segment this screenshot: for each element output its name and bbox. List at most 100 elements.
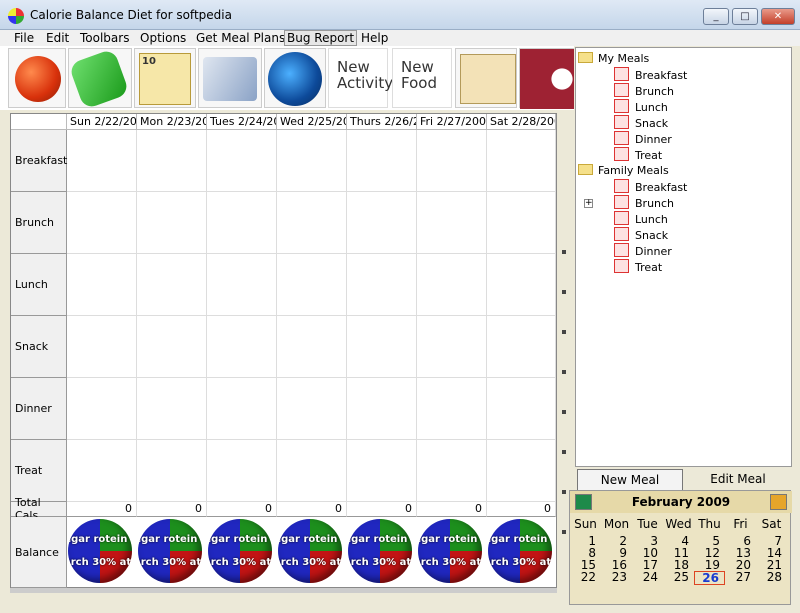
tree-item[interactable]: Treat — [614, 147, 662, 162]
tree-item[interactable]: Breakfast — [614, 67, 687, 82]
meal-cell[interactable] — [207, 316, 277, 378]
meal-cell[interactable] — [207, 378, 277, 440]
calendar-day[interactable]: 25 — [663, 571, 694, 583]
meal-cell[interactable] — [137, 316, 207, 378]
calendar-day[interactable]: 24 — [632, 571, 663, 583]
tree-item[interactable]: Brunch — [614, 83, 674, 98]
meal-cell[interactable] — [207, 192, 277, 254]
tree-item[interactable]: Snack — [614, 227, 668, 242]
meal-cell[interactable] — [277, 254, 347, 316]
tree-item[interactable]: Brunch — [614, 195, 674, 210]
meal-cell[interactable] — [277, 192, 347, 254]
meal-cell[interactable] — [137, 440, 207, 502]
meal-cell[interactable] — [487, 378, 556, 440]
meal-cell[interactable] — [347, 130, 417, 192]
tree-item[interactable]: Dinner — [614, 243, 672, 258]
journal-button[interactable] — [198, 48, 262, 108]
meal-cell[interactable] — [67, 192, 137, 254]
new-food-button[interactable]: New Food — [392, 48, 452, 108]
tab-new-meal[interactable]: New Meal — [577, 469, 683, 491]
day-header: Sun 2/22/2009 — [67, 114, 137, 130]
meal-cell[interactable] — [67, 316, 137, 378]
meal-cell[interactable] — [67, 130, 137, 192]
calendar-day[interactable]: 1 — [570, 535, 601, 547]
minimize-button[interactable]: _ — [703, 8, 729, 25]
meal-doc-icon — [614, 259, 629, 273]
meal-cell[interactable] — [347, 254, 417, 316]
maximize-button[interactable]: □ — [732, 8, 758, 25]
meal-cell[interactable] — [277, 378, 347, 440]
meal-cell[interactable] — [487, 130, 556, 192]
close-button[interactable]: ✕ — [761, 8, 795, 25]
food-button[interactable] — [8, 48, 66, 108]
menu-file[interactable]: File — [12, 30, 36, 46]
meal-doc-icon — [614, 115, 629, 129]
menu-options[interactable]: Options — [138, 30, 188, 46]
meal-cell[interactable] — [417, 316, 487, 378]
meal-cell[interactable] — [137, 192, 207, 254]
tree-item[interactable]: Lunch — [614, 211, 668, 226]
day-total: 0 — [207, 502, 277, 517]
meal-cell[interactable] — [347, 378, 417, 440]
meal-cell[interactable] — [137, 130, 207, 192]
meal-cell[interactable] — [67, 378, 137, 440]
calendar-day[interactable]: 22 — [570, 571, 601, 583]
tree-item[interactable]: Treat — [614, 259, 662, 274]
calendar-day[interactable]: 27 — [725, 571, 756, 583]
meal-cell[interactable] — [417, 440, 487, 502]
meal-cell[interactable] — [207, 130, 277, 192]
tree-item[interactable]: Dinner — [614, 131, 672, 146]
menu-bug-report[interactable]: Bug Report — [284, 30, 358, 46]
calendar-day[interactable]: 19 — [694, 559, 725, 571]
meal-cell[interactable] — [417, 192, 487, 254]
meal-cell[interactable] — [487, 192, 556, 254]
next-month-icon[interactable] — [770, 494, 787, 510]
horizontal-scrollbar[interactable] — [10, 588, 557, 593]
tree-item[interactable]: Lunch — [614, 99, 668, 114]
tree-folder[interactable]: Family Meals — [578, 164, 669, 177]
tree-item[interactable]: Snack — [614, 115, 668, 130]
calendar-button[interactable]: 10 — [134, 48, 196, 108]
balance-top-label: ugar rotein 20% — [138, 534, 202, 545]
meal-cell[interactable] — [137, 378, 207, 440]
splitter-handle[interactable] — [561, 250, 567, 580]
meal-cell[interactable] — [347, 316, 417, 378]
day-total: 0 — [67, 502, 137, 517]
recipe-card-button[interactable] — [455, 48, 517, 108]
calendar-day[interactable]: 28 — [756, 571, 787, 583]
tree-folder[interactable]: My Meals — [578, 52, 649, 65]
meal-cell[interactable] — [417, 130, 487, 192]
new-activity-button[interactable]: New Activity — [328, 48, 393, 108]
meal-cell[interactable] — [207, 254, 277, 316]
meal-cell[interactable] — [137, 254, 207, 316]
tab-edit-meal[interactable]: Edit Meal — [685, 469, 791, 491]
meal-cell[interactable] — [67, 254, 137, 316]
menu-help[interactable]: Help — [359, 30, 390, 46]
calendar-day[interactable]: 2 — [601, 535, 632, 547]
calendar-day[interactable]: 26 — [694, 571, 725, 585]
meal-cell[interactable] — [417, 378, 487, 440]
meal-cell[interactable] — [417, 254, 487, 316]
meal-cell[interactable] — [347, 192, 417, 254]
meal-cell[interactable] — [277, 130, 347, 192]
meal-cell[interactable] — [277, 440, 347, 502]
menu-get-meal-plans[interactable]: Get Meal Plans — [194, 30, 287, 46]
meal-cell[interactable] — [277, 316, 347, 378]
menu-edit[interactable]: Edit — [44, 30, 71, 46]
meal-cell[interactable] — [487, 254, 556, 316]
meal-cell[interactable] — [487, 440, 556, 502]
meal-cell[interactable] — [67, 440, 137, 502]
meal-cell[interactable] — [347, 440, 417, 502]
meal-cell[interactable] — [487, 316, 556, 378]
meal-cell[interactable] — [207, 440, 277, 502]
tree-item[interactable]: Breakfast — [614, 179, 687, 194]
web-button[interactable] — [264, 48, 326, 108]
expand-icon[interactable]: + — [584, 199, 593, 208]
calendar-day[interactable]: 23 — [601, 571, 632, 583]
weekday-label: Mon — [603, 517, 630, 531]
balance-bottom-label: arch 30% at 25% — [488, 557, 552, 568]
activity-button[interactable] — [68, 48, 132, 110]
meal-plate-button[interactable] — [519, 48, 574, 109]
window-title: Calorie Balance Diet for softpedia — [30, 8, 232, 22]
menu-toolbars[interactable]: Toolbars — [78, 30, 131, 46]
